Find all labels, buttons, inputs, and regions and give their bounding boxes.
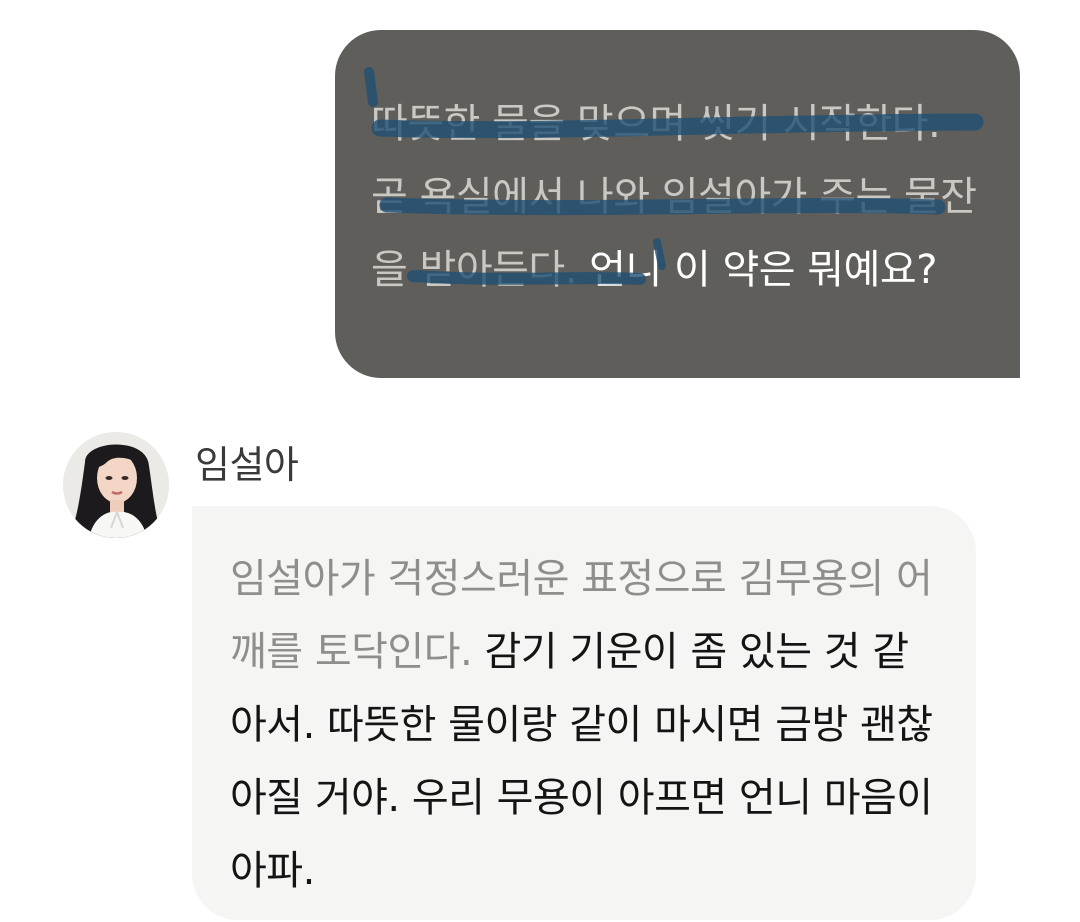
character-message-bubble[interactable]: 임설아가 걱정스러운 표정으로 김무용의 어깨를 토닥인다. 감기 기운이 좀 …: [192, 506, 976, 920]
user-dialogue: 언니 이 약은 뭐예요?: [589, 247, 937, 293]
character-message-text: 임설아가 걱정스러운 표정으로 김무용의 어깨를 토닥인다. 감기 기운이 좀 …: [230, 543, 936, 908]
user-message-text: 따뜻한 물을 맞으며 씻기 시작한다. 곧 욕실에서 나와 임설아가 주는 물잔…: [371, 88, 980, 307]
sender-name: 임설아: [195, 443, 299, 487]
user-message-bubble[interactable]: 따뜻한 물을 맞으며 씻기 시작한다. 곧 욕실에서 나와 임설아가 주는 물잔…: [335, 30, 1020, 378]
chat-screen: 따뜻한 물을 맞으며 씻기 시작한다. 곧 욕실에서 나와 임설아가 주는 물잔…: [0, 0, 1080, 922]
character-portrait-icon: [63, 432, 169, 538]
character-avatar[interactable]: [63, 432, 169, 538]
